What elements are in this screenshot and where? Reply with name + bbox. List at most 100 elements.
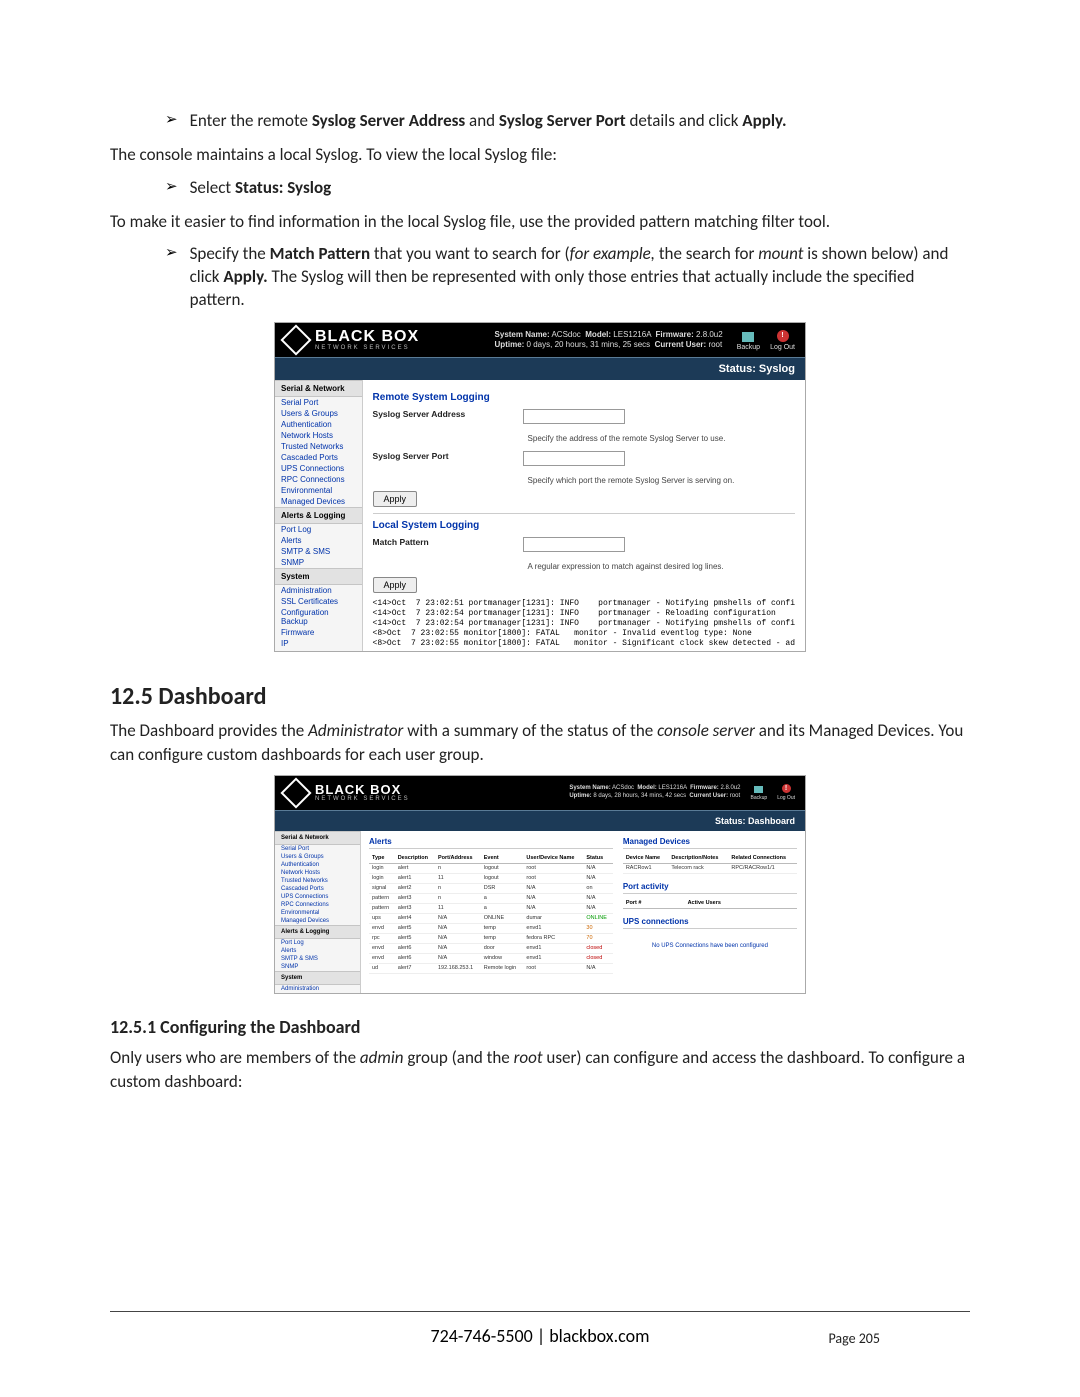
logout-button[interactable]: ! Log Out [770,330,795,351]
paragraph: To make it easier to find information in… [110,210,970,234]
alert-row: udalert7192.168.253.1Remote loginrootN/A [369,963,613,973]
apply-button[interactable]: Apply [373,577,418,593]
sidebar-item[interactable]: Users & Groups [275,853,360,861]
panel-ups: UPS connections [623,917,797,929]
sidebar-item[interactable]: SMTP & SMS [275,546,362,557]
sidebar-item[interactable]: Network Hosts [275,869,360,877]
apply-button[interactable]: Apply [373,491,418,507]
port-activity-table: Port #Active Users [623,898,797,909]
cell: N/A [435,923,481,933]
cell: 30 [583,923,612,933]
cell: temp [481,923,524,933]
managed-devices-table: Device NameDescription/NotesRelated Conn… [623,853,797,874]
sidebar-item[interactable]: SMTP & SMS [275,955,360,963]
logo-icon [280,325,311,356]
bullet-marker: ➢ [165,110,178,130]
cell: envd1 [523,953,583,963]
label-match-pattern: Match Pattern [373,537,523,547]
sidebar-item[interactable]: Cascaded Ports [275,452,362,463]
backup-button[interactable]: Backup [751,786,768,801]
cell: N/A [583,963,612,973]
sidebar-item[interactable]: Network Hosts [275,430,362,441]
sidebar-item[interactable]: Firmware [275,627,362,638]
sidebar-item[interactable]: UPS Connections [275,463,362,474]
cell: N/A [583,863,612,873]
cell: envd1 [523,923,583,933]
cell: alert1 [395,873,435,883]
cell: temp [481,933,524,943]
cell: n [435,863,481,873]
cell: N/A [435,913,481,923]
cell: alert4 [395,913,435,923]
sidebar-item[interactable]: Managed Devices [275,917,360,925]
cell: logout [481,873,524,883]
sidebar-item[interactable]: Cascaded Ports [275,885,360,893]
input-syslog-address[interactable] [523,409,625,424]
sidebar-item[interactable]: Trusted Networks [275,441,362,452]
cell: envd1 [523,943,583,953]
sidebar-item[interactable]: SNMP [275,963,360,971]
cell: login [369,863,395,873]
input-match-pattern[interactable] [523,537,625,552]
sidebar-item[interactable]: Administration [275,585,362,596]
cell: root [523,963,583,973]
sidebar-item[interactable]: Alerts [275,535,362,546]
sidebar-item[interactable]: UPS Connections [275,893,360,901]
cell: logout [481,863,524,873]
alerts-table: TypeDescriptionPort/AddressEventUser/Dev… [369,853,613,974]
sidebar: Serial & Network Serial PortUsers & Grou… [275,380,363,651]
alert-row: patternalert3naN/AN/A [369,893,613,903]
sidebar-item[interactable]: Port Log [275,939,360,947]
sidebar-item[interactable]: Alerts [275,947,360,955]
cell: pattern [369,903,395,913]
input-syslog-port[interactable] [523,451,625,466]
cell: door [481,943,524,953]
backup-button[interactable]: Backup [737,332,760,351]
sidebar-item[interactable]: Port Log [275,524,362,535]
cell: root [523,873,583,883]
sidebar-item[interactable]: Environmental [275,909,360,917]
app-header: BLACK BOX NETWORK SERVICES System Name: … [275,776,805,810]
screenshot-status-dashboard: BLACK BOX NETWORK SERVICES System Name: … [274,775,806,994]
sidebar-item[interactable]: Users & Groups [275,408,362,419]
footer-separator [110,1311,970,1312]
sidebar: Serial & Network Serial PortUsers & Grou… [275,831,361,993]
help-match-pattern: A regular expression to match against de… [528,562,795,571]
logo-icon [280,777,311,808]
paragraph: Only users who are members of the admin … [110,1046,970,1094]
sidebar-item[interactable]: SNMP [275,557,362,568]
cell: N/A [523,893,583,903]
sidebar-item[interactable]: Administration [275,985,360,993]
panel-managed-devices: Managed Devices [623,837,797,849]
sidebar-item[interactable]: RPC Connections [275,901,360,909]
sidebar-item[interactable]: Managed Devices [275,496,362,507]
cell: a [481,903,524,913]
sidebar-item[interactable]: Environmental [275,485,362,496]
label-syslog-address: Syslog Server Address [373,409,523,419]
panel-alerts: Alerts [369,837,613,849]
side-group-system: System [275,971,360,985]
cell: closed [583,953,612,963]
sidebar-item[interactable]: Authentication [275,419,362,430]
alert-row: rpcalert5N/Atempfedora RPC70 [369,933,613,943]
page-title-bar: Status: Syslog [275,357,805,380]
sidebar-item[interactable]: Authentication [275,861,360,869]
sidebar-item[interactable]: IP [275,638,362,649]
sidebar-item[interactable]: Serial Port [275,397,362,408]
logout-button[interactable]: ! Log Out [777,784,795,801]
sidebar-item[interactable]: Serial Port [275,845,360,853]
cell: envd [369,953,395,963]
alert-row: envdalert6N/Awindowenvd1closed [369,953,613,963]
page-title-bar: Status: Dashboard [275,810,805,831]
cell: 70 [583,933,612,943]
cell: 11 [435,903,481,913]
col-header: Description/Notes [668,853,728,864]
cell: signal [369,883,395,893]
sidebar-item[interactable]: Trusted Networks [275,877,360,885]
paragraph: The Dashboard provides the Administrator… [110,719,970,767]
sidebar-item[interactable]: Configuration Backup [275,607,362,627]
sidebar-item[interactable]: SSL Certificates [275,596,362,607]
cell: n [435,883,481,893]
sidebar-item[interactable]: RPC Connections [275,474,362,485]
page-number: Page 205 [828,1330,880,1347]
